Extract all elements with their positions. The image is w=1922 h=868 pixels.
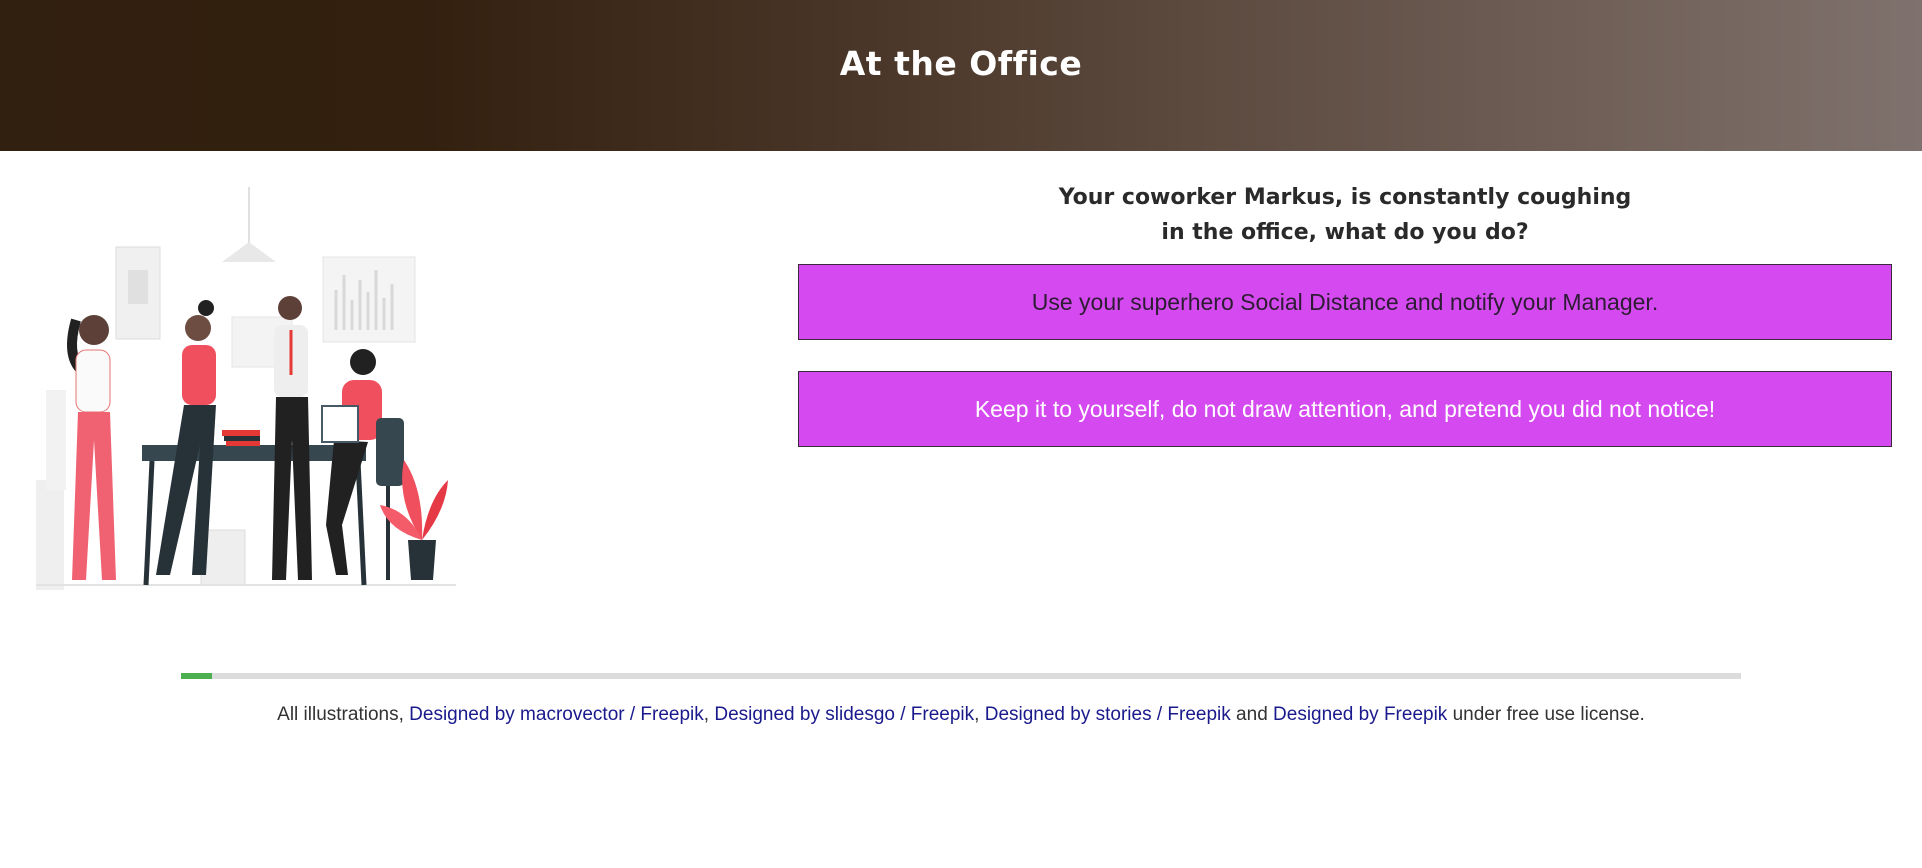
question-text: Your coworker Markus, is constantly coug…	[797, 180, 1893, 250]
credits-separator: ,	[974, 704, 985, 725]
page-title: At the Office	[839, 44, 1083, 83]
progress-bar-fill	[181, 673, 213, 679]
question-line-2: in the office, what do you do?	[1161, 220, 1529, 245]
credit-link-slidesgo[interactable]: Designed by slidesgo / Freepik	[714, 704, 974, 725]
credits-separator: ,	[703, 704, 715, 725]
credit-link-freepik[interactable]: Designed by Freepik	[1273, 704, 1447, 725]
credits-suffix: under free use license.	[1447, 704, 1645, 725]
credits-footer: All illustrations, Designed by macrovect…	[0, 704, 1922, 726]
choice-button-keep-to-yourself[interactable]: Keep it to yourself, do not draw attenti…	[798, 371, 1892, 447]
credits-and: and	[1230, 704, 1274, 725]
credit-link-macrovector[interactable]: Designed by macrovector / Freepik	[409, 704, 704, 725]
page-header: At the Office	[0, 0, 1922, 151]
office-team-illustration	[36, 187, 456, 590]
credits-prefix: All illustrations,	[277, 704, 410, 725]
progress-bar	[181, 673, 1741, 679]
credit-link-stories[interactable]: Designed by stories / Freepik	[985, 704, 1231, 725]
question-line-1: Your coworker Markus, is constantly coug…	[1058, 185, 1632, 210]
choice-button-notify-manager[interactable]: Use your superhero Social Distance and n…	[798, 264, 1892, 340]
